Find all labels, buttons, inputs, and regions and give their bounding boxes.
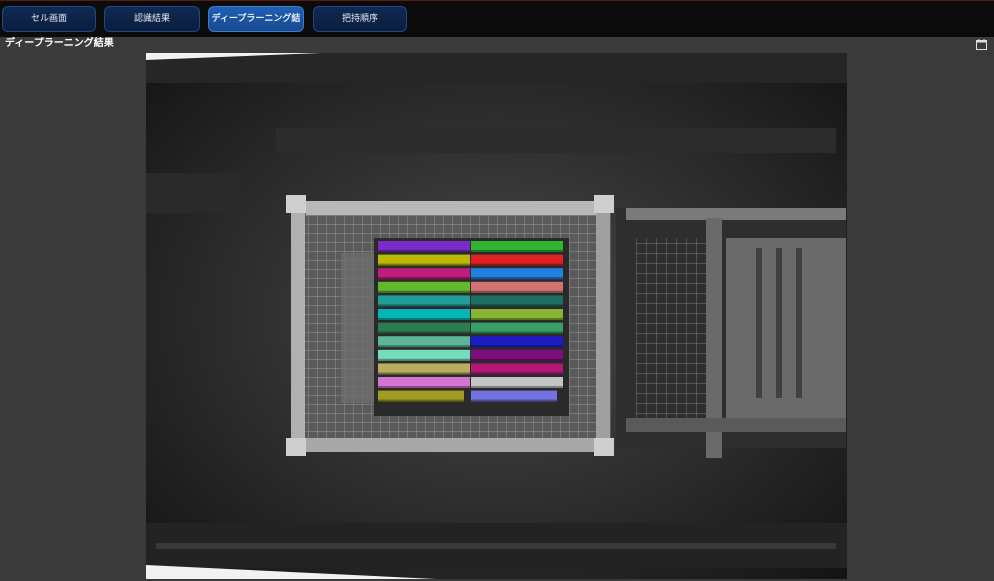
detection-mask-edge (471, 304, 563, 307)
detection-mask-edge (378, 386, 470, 388)
detection-mask-edge (471, 386, 563, 388)
tab-recognition-result[interactable]: 認識結果 (104, 6, 200, 32)
detection-mask-edge (378, 304, 470, 307)
detection-mask-edge (471, 399, 557, 402)
detection-mask-edge (471, 263, 563, 266)
detection-mask-edge (378, 318, 470, 320)
detection-mask-edge (471, 345, 563, 348)
detection-mask-edge (378, 250, 470, 252)
detection-mask-edge (471, 372, 563, 375)
detection-mask-edge (378, 372, 470, 375)
detection-mask-edge (378, 290, 470, 293)
detection-mask-edge (378, 345, 470, 348)
camera-image (146, 53, 847, 579)
detection-mask-edge (471, 331, 563, 334)
detection-mask-edge (471, 318, 563, 320)
section-title: ディープラーニング結果 (5, 38, 114, 49)
detection-mask-edge (378, 277, 470, 280)
detection-mask-edge (471, 358, 563, 361)
tab-grip-order[interactable]: 把持順序 (313, 6, 407, 32)
detection-mask-edge (471, 277, 563, 280)
detection-mask-edge (471, 250, 563, 252)
detection-mask-edge (378, 399, 464, 402)
tab-deep-learning-result[interactable]: ディープラーニング結果 (208, 6, 304, 48)
image-viewer[interactable] (146, 53, 847, 579)
detection-mask-edge (378, 331, 470, 334)
window-icon[interactable] (976, 39, 987, 50)
tab-cell-screen[interactable]: セル画面 (2, 6, 96, 32)
top-tab-bar: セル画面 認識結果 ディープラーニング結果 把持順序 (0, 0, 994, 48)
detection-mask-edge (378, 263, 470, 266)
detection-mask-edge (378, 358, 470, 361)
section-header-bar (0, 37, 994, 52)
detection-mask-edge (471, 290, 563, 293)
